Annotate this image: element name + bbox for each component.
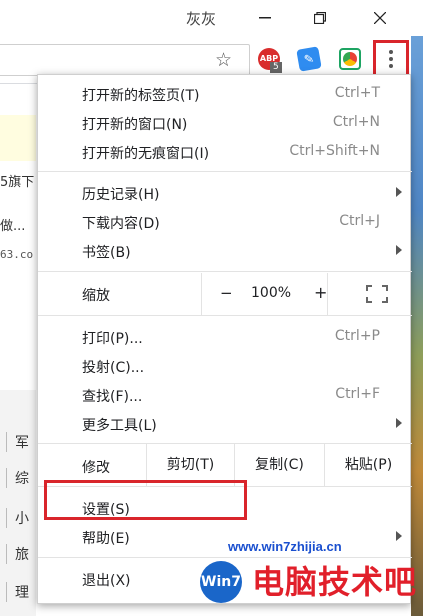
menu-item-label: 投射(C)... <box>82 360 145 376</box>
submenu-arrow-icon <box>396 418 402 428</box>
watermark-logo: Win7 <box>200 561 242 603</box>
menu-item-new-window[interactable]: 打开新的窗口(N) Ctrl+N <box>38 109 412 138</box>
edit-label: 修改 <box>82 460 110 476</box>
watermark: www.win7zhijia.cn Win7 电脑技术吧 <box>200 535 423 616</box>
page-snippet: 5旗下 <box>0 175 35 190</box>
menu-separator <box>38 315 412 316</box>
page-snippet: 做... <box>0 219 26 234</box>
title-bar: 灰灰 <box>0 0 423 36</box>
submenu-arrow-icon <box>396 245 402 255</box>
zoom-in-button[interactable]: + <box>314 283 327 302</box>
watermark-text: 电脑技术吧 <box>252 563 418 601</box>
page-side-item[interactable]: 小 <box>6 508 29 528</box>
window-title: 灰灰 <box>186 10 217 28</box>
zoom-label: 缩放 <box>82 288 110 304</box>
menu-item-shortcut: Ctrl+Shift+N <box>289 143 380 159</box>
menu-item-cast[interactable]: 投射(C)... <box>38 352 412 381</box>
page-side-item[interactable]: 军 <box>6 432 29 452</box>
menu-item-label: 打开新的标签页(T) <box>82 88 200 104</box>
menu-separator <box>38 271 412 272</box>
zoom-out-button[interactable]: − <box>220 284 233 302</box>
zoom-level: 100% <box>251 285 292 301</box>
address-bar[interactable]: ☆ <box>0 44 250 76</box>
menu-item-bookmarks[interactable]: 书签(B) <box>38 237 412 266</box>
close-button[interactable] <box>363 4 397 32</box>
menu-item-shortcut: Ctrl+N <box>332 114 380 130</box>
menu-item-label: 打印(P)... <box>82 331 143 347</box>
menu-item-label: 帮助(E) <box>82 531 130 547</box>
blue-extension-icon[interactable]: ✎ <box>296 46 322 72</box>
menu-item-print[interactable]: 打印(P)... Ctrl+P <box>38 323 412 352</box>
menu-item-label: 更多工具(L) <box>82 418 157 434</box>
menu-item-downloads[interactable]: 下载内容(D) Ctrl+J <box>38 208 412 237</box>
paste-button[interactable]: 粘贴(P) <box>324 444 412 486</box>
page-side-item[interactable]: 理 <box>6 582 29 602</box>
menu-item-label: 打开新的无痕窗口(I) <box>82 146 210 162</box>
minimize-button[interactable] <box>248 4 282 32</box>
chrome-main-menu: 打开新的标签页(T) Ctrl+T 打开新的窗口(N) Ctrl+N 打开新的无… <box>37 74 412 604</box>
page-banner <box>0 115 36 161</box>
menu-separator <box>38 171 412 172</box>
menu-item-more-tools[interactable]: 更多工具(L) <box>38 410 412 439</box>
minimize-icon <box>259 17 271 19</box>
menu-item-new-tab[interactable]: 打开新的标签页(T) Ctrl+T <box>38 80 412 109</box>
watermark-url: www.win7zhijia.cn <box>228 539 342 554</box>
bookmark-star-icon[interactable]: ☆ <box>215 49 232 71</box>
menu-item-shortcut: Ctrl+P <box>334 328 380 344</box>
menu-item-label: 打开新的窗口(N) <box>82 117 188 133</box>
fullscreen-icon[interactable] <box>366 285 388 303</box>
zoom-controls: − 100% + <box>201 273 328 315</box>
page-side-item[interactable]: 综 <box>6 468 29 488</box>
restore-icon <box>314 12 326 24</box>
menu-item-shortcut: Ctrl+F <box>335 386 380 402</box>
menu-item-history[interactable]: 历史记录(H) <box>38 179 412 208</box>
zoom-row: 缩放 − 100% + <box>38 273 412 315</box>
menu-item-label: 查找(F)... <box>82 389 143 405</box>
settings-highlight <box>44 480 247 520</box>
restore-button[interactable] <box>303 4 337 32</box>
menu-item-shortcut: Ctrl+T <box>334 85 380 101</box>
copy-button[interactable]: 复制(C) <box>234 444 324 486</box>
menu-item-label: 下载内容(D) <box>82 216 160 232</box>
desktop-wallpaper <box>411 36 423 616</box>
menu-item-label: 退出(X) <box>82 573 131 589</box>
menu-item-label: 历史记录(H) <box>82 187 160 203</box>
menu-item-label: 书签(B) <box>82 245 131 261</box>
close-icon <box>374 12 386 24</box>
page-url-snippet: 63.co <box>0 248 34 261</box>
green-extension-icon[interactable] <box>339 48 361 70</box>
submenu-arrow-icon <box>396 187 402 197</box>
menu-item-find[interactable]: 查找(F)... Ctrl+F <box>38 381 412 410</box>
menu-item-incognito[interactable]: 打开新的无痕窗口(I) Ctrl+Shift+N <box>38 138 412 167</box>
menu-item-shortcut: Ctrl+J <box>339 213 380 229</box>
adblock-count-badge: 5 <box>270 62 282 73</box>
page-side-item[interactable]: 旅 <box>6 544 29 564</box>
